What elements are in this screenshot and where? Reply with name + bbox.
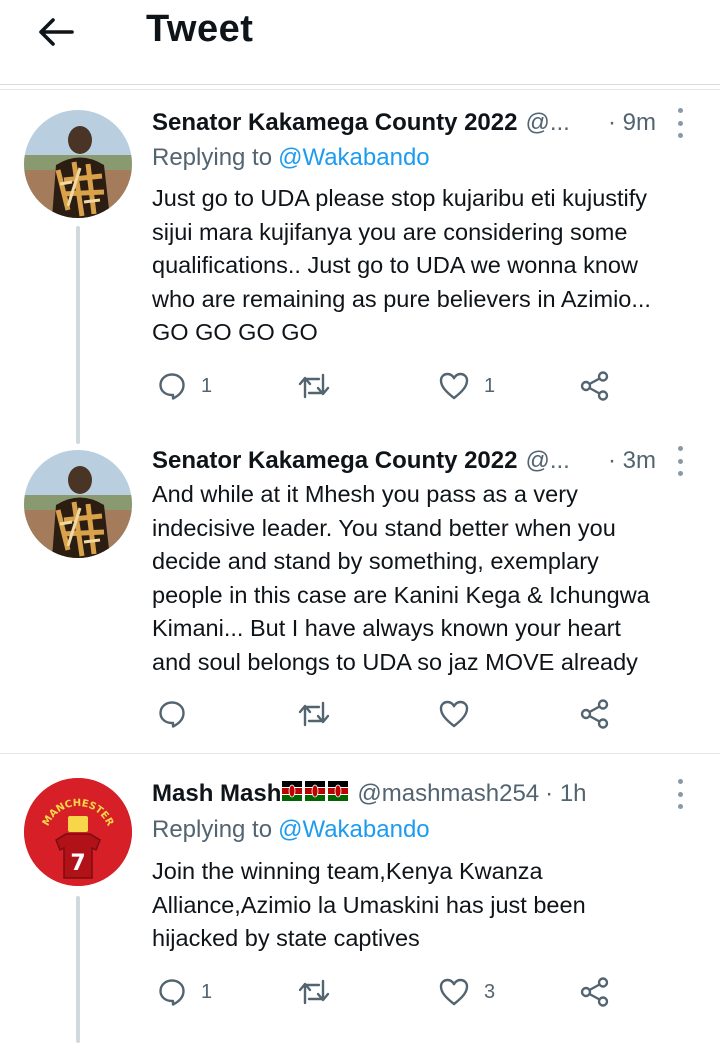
timestamp[interactable]: · 3m — [598, 447, 656, 475]
share-icon — [580, 371, 609, 401]
share-button[interactable] — [579, 694, 611, 734]
share-button[interactable] — [579, 366, 611, 406]
like-count: 1 — [484, 374, 496, 397]
display-name[interactable]: Senator Kakamega County 2022 — [152, 447, 517, 475]
like-button[interactable] — [438, 694, 484, 734]
timestamp[interactable]: · 1h — [539, 780, 586, 808]
reply-button[interactable]: 1 — [157, 972, 212, 1012]
kenya-flag-icons — [282, 780, 349, 809]
share-button[interactable] — [579, 972, 611, 1012]
tweet-actions: 1 3 — [152, 972, 622, 1012]
dot — [677, 108, 683, 113]
divider — [0, 753, 720, 754]
reply-icon — [159, 979, 185, 1006]
dot — [677, 471, 683, 476]
tweet-meta: Senator Kakamega County 2022 @... · 9m — [152, 106, 656, 140]
dot — [677, 804, 683, 809]
reply-icon — [159, 373, 185, 400]
user-handle[interactable]: @mashmash254 — [357, 780, 539, 808]
heart-icon — [439, 700, 469, 728]
dot — [677, 779, 683, 784]
heart-icon — [439, 978, 469, 1006]
reply-count: 1 — [201, 980, 213, 1003]
reply-button[interactable] — [157, 694, 201, 734]
thread-line — [76, 226, 80, 444]
retweet-icon — [298, 979, 330, 1005]
replying-label: Replying to — [152, 816, 273, 843]
page-title: Tweet — [146, 8, 254, 50]
mention-link[interactable]: @Wakabando — [278, 144, 430, 171]
display-name[interactable]: Mash Mash — [152, 780, 281, 808]
replying-to: Replying to @Wakabando — [152, 816, 430, 844]
tweet-meta: Senator Kakamega County 2022 @... · 3m — [152, 444, 656, 478]
reply-button[interactable]: 1 — [157, 366, 212, 406]
retweet-button[interactable] — [297, 694, 345, 734]
dot — [677, 120, 683, 126]
timestamp[interactable]: · 9m — [598, 109, 656, 137]
arrow-left-icon — [39, 18, 74, 46]
replying-to: Replying to @Wakabando — [152, 144, 430, 172]
top-bar: Tweet — [0, 0, 720, 85]
user-handle[interactable]: @... — [525, 109, 569, 137]
heart-icon — [439, 372, 469, 400]
tweet-text: Join the winning team,Kenya Kwanza Allia… — [152, 858, 586, 951]
avatar[interactable] — [24, 110, 132, 218]
display-name[interactable]: Senator Kakamega County 2022 — [152, 109, 517, 137]
retweet-button[interactable] — [297, 972, 345, 1012]
avatar[interactable]: MANCHESTER 7 — [24, 778, 132, 886]
retweet-button[interactable] — [297, 366, 345, 406]
dot — [677, 791, 683, 797]
like-button[interactable]: 1 — [438, 366, 495, 406]
tweet-text: Just go to UDA please stop kujaribu eti … — [152, 185, 651, 345]
mention-link[interactable]: @Wakabando — [278, 816, 430, 843]
dot — [677, 133, 683, 138]
back-button[interactable] — [36, 12, 76, 52]
tweet-actions: 1 1 — [152, 366, 622, 406]
tweet-actions — [152, 694, 622, 734]
jersey-number: 7 — [70, 851, 85, 876]
divider — [0, 89, 720, 90]
more-options-button[interactable] — [670, 108, 690, 138]
reply-count: 1 — [201, 374, 213, 397]
dot — [677, 458, 683, 464]
retweet-icon — [298, 373, 330, 399]
dot — [677, 446, 683, 451]
retweet-icon — [298, 701, 330, 727]
share-icon — [580, 977, 609, 1007]
tweet-text: And while at it Mhesh you pass as a very… — [152, 481, 650, 675]
replying-label: Replying to — [152, 144, 273, 171]
avatar[interactable] — [24, 450, 132, 558]
tweet-meta: Mash Mash @mashmash254 · 1h — [152, 777, 656, 811]
like-count: 3 — [484, 980, 496, 1003]
more-options-button[interactable] — [670, 779, 690, 809]
user-handle[interactable]: @... — [525, 447, 569, 475]
like-button[interactable]: 3 — [438, 972, 495, 1012]
share-icon — [580, 699, 609, 729]
more-options-button[interactable] — [670, 446, 690, 476]
reply-icon — [159, 701, 185, 728]
thread-line — [76, 896, 80, 1043]
